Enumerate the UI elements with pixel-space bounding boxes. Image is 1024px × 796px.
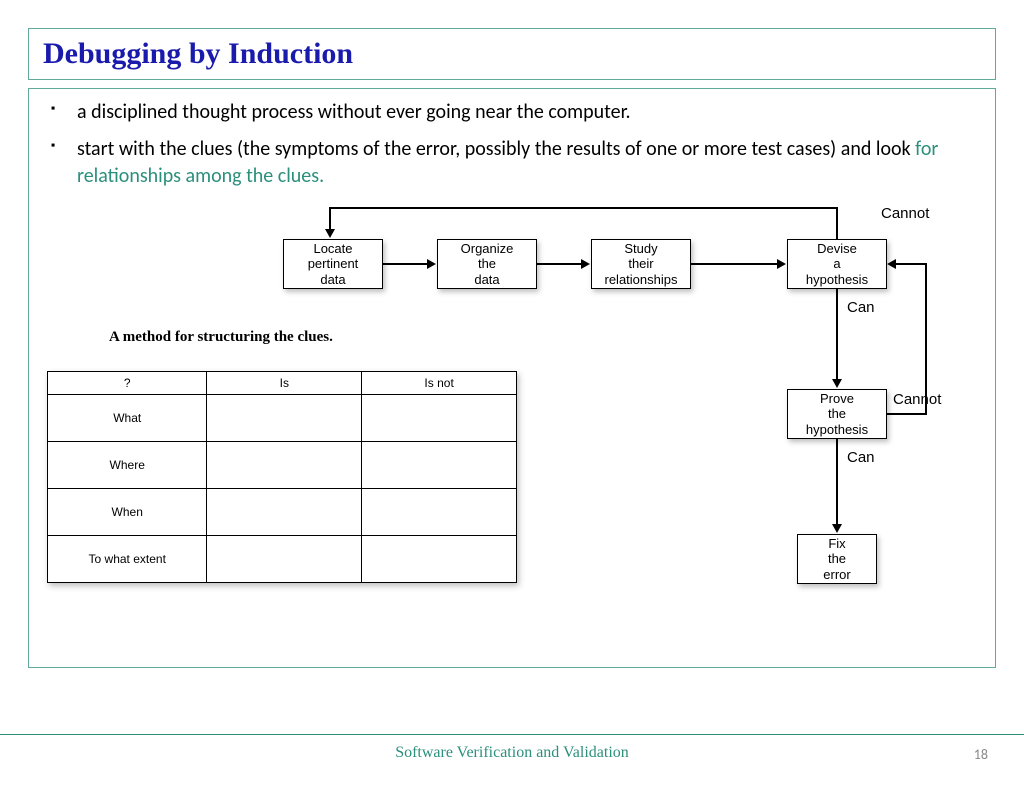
node-study: Studytheirrelationships: [591, 239, 691, 289]
label-can: Can: [847, 449, 875, 466]
footer-divider: [0, 734, 1024, 735]
content-box: a disciplined thought process without ev…: [28, 88, 996, 668]
node-locate: Locatepertinentdata: [283, 239, 383, 289]
arrow-icon: [777, 259, 786, 269]
bullet-2: start with the clues (the symptoms of th…: [43, 136, 981, 190]
table-caption: A method for structuring the clues.: [109, 329, 333, 346]
arrow-icon: [887, 259, 896, 269]
footer-text: Software Verification and Validation: [0, 744, 1024, 762]
label-cannot: Cannot: [893, 391, 941, 408]
table-row-label: When: [48, 489, 207, 536]
table-header: ?: [48, 372, 207, 395]
clue-table: ? Is Is not What Where When To what exte…: [47, 371, 517, 583]
bullet-list: a disciplined thought process without ev…: [43, 99, 981, 190]
node-devise: Deviseahypothesis: [787, 239, 887, 289]
node-organize: Organizethedata: [437, 239, 537, 289]
node-prove: Provethehypothesis: [787, 389, 887, 439]
arrow-icon: [832, 379, 842, 388]
arrow-icon: [832, 524, 842, 533]
table-header: Is not: [362, 372, 517, 395]
node-fix: Fixtheerror: [797, 534, 877, 584]
table-row-label: Where: [48, 442, 207, 489]
arrow-icon: [427, 259, 436, 269]
bullet-1: a disciplined thought process without ev…: [43, 99, 981, 126]
table-row-label: To what extent: [48, 536, 207, 583]
slide-title: Debugging by Induction: [43, 37, 981, 71]
arrow-icon: [581, 259, 590, 269]
arrow-icon: [325, 229, 335, 238]
label-cannot: Cannot: [881, 205, 929, 222]
page-number: 18: [974, 746, 988, 763]
table-row-label: What: [48, 395, 207, 442]
table-header: Is: [207, 372, 362, 395]
title-box: Debugging by Induction: [28, 28, 996, 80]
label-can: Can: [847, 299, 875, 316]
